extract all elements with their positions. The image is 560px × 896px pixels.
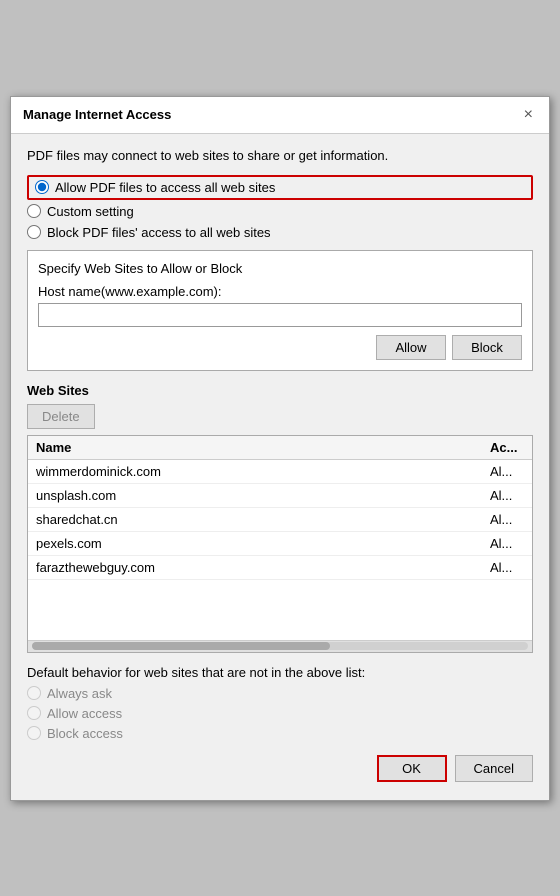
radio-always-ask[interactable]: Always ask xyxy=(27,686,533,701)
description-text: PDF files may connect to web sites to sh… xyxy=(27,148,533,163)
scrollbar-thumb[interactable] xyxy=(32,642,330,650)
block-button[interactable]: Block xyxy=(452,335,522,360)
col-name-header: Name xyxy=(28,436,482,459)
host-input[interactable] xyxy=(38,303,522,327)
radio-custom[interactable]: Custom setting xyxy=(27,204,533,219)
bottom-buttons: OK Cancel xyxy=(27,755,533,786)
row-2-access: Al... xyxy=(482,484,532,507)
row-5-name: farazthewebguy.com xyxy=(28,556,482,579)
manage-internet-access-dialog: Manage Internet Access × PDF files may c… xyxy=(10,96,550,801)
dialog-body: PDF files may connect to web sites to sh… xyxy=(11,134,549,800)
web-sites-table: Name Ac... wimmerdominick.com Al... unsp… xyxy=(27,435,533,653)
row-2-name: unsplash.com xyxy=(28,484,482,507)
close-button[interactable]: × xyxy=(520,107,537,123)
table-row[interactable]: sharedchat.cn Al... xyxy=(28,508,532,532)
radio-custom-label: Custom setting xyxy=(47,204,134,219)
radio-custom-input[interactable] xyxy=(27,204,41,218)
delete-button[interactable]: Delete xyxy=(27,404,95,429)
row-3-name: sharedchat.cn xyxy=(28,508,482,531)
title-bar: Manage Internet Access × xyxy=(11,97,549,134)
cancel-button[interactable]: Cancel xyxy=(455,755,533,782)
table-row[interactable]: unsplash.com Al... xyxy=(28,484,532,508)
radio-allow-access[interactable]: Allow access xyxy=(27,706,533,721)
scrollbar-track xyxy=(32,642,528,650)
allow-button[interactable]: Allow xyxy=(376,335,446,360)
radio-block-access[interactable]: Block access xyxy=(27,726,533,741)
row-3-access: Al... xyxy=(482,508,532,531)
table-header: Name Ac... xyxy=(28,436,532,460)
row-4-name: pexels.com xyxy=(28,532,482,555)
table-body: wimmerdominick.com Al... unsplash.com Al… xyxy=(28,460,532,640)
table-row[interactable]: pexels.com Al... xyxy=(28,532,532,556)
radio-block-access-input[interactable] xyxy=(27,726,41,740)
radio-always-ask-input[interactable] xyxy=(27,686,41,700)
row-5-access: Al... xyxy=(482,556,532,579)
radio-block-all-input[interactable] xyxy=(27,225,41,239)
default-behavior-title: Default behavior for web sites that are … xyxy=(27,665,533,680)
specify-title: Specify Web Sites to Allow or Block xyxy=(38,261,522,276)
web-sites-title: Web Sites xyxy=(27,383,533,398)
radio-block-all[interactable]: Block PDF files' access to all web sites xyxy=(27,225,533,240)
radio-allow-access-input[interactable] xyxy=(27,706,41,720)
row-1-name: wimmerdominick.com xyxy=(28,460,482,483)
row-1-access: Al... xyxy=(482,460,532,483)
ok-button[interactable]: OK xyxy=(377,755,447,782)
col-access-header: Ac... xyxy=(482,436,532,459)
radio-allow-all[interactable]: Allow PDF files to access all web sites xyxy=(27,175,533,200)
radio-block-access-label: Block access xyxy=(47,726,123,741)
default-behavior-section: Default behavior for web sites that are … xyxy=(27,665,533,741)
host-label: Host name(www.example.com): xyxy=(38,284,522,299)
table-row[interactable]: wimmerdominick.com Al... xyxy=(28,460,532,484)
row-4-access: Al... xyxy=(482,532,532,555)
radio-allow-all-input[interactable] xyxy=(35,180,49,194)
radio-block-all-label: Block PDF files' access to all web sites xyxy=(47,225,271,240)
specify-section: Specify Web Sites to Allow or Block Host… xyxy=(27,250,533,371)
table-row[interactable]: farazthewebguy.com Al... xyxy=(28,556,532,580)
web-sites-section: Web Sites Delete Name Ac... wimmerdomini… xyxy=(27,383,533,653)
radio-always-ask-label: Always ask xyxy=(47,686,112,701)
allow-block-row: Allow Block xyxy=(38,335,522,360)
dialog-title: Manage Internet Access xyxy=(23,107,171,122)
radio-allow-access-label: Allow access xyxy=(47,706,122,721)
radio-allow-all-label: Allow PDF files to access all web sites xyxy=(55,180,275,195)
horizontal-scrollbar[interactable] xyxy=(28,640,532,652)
